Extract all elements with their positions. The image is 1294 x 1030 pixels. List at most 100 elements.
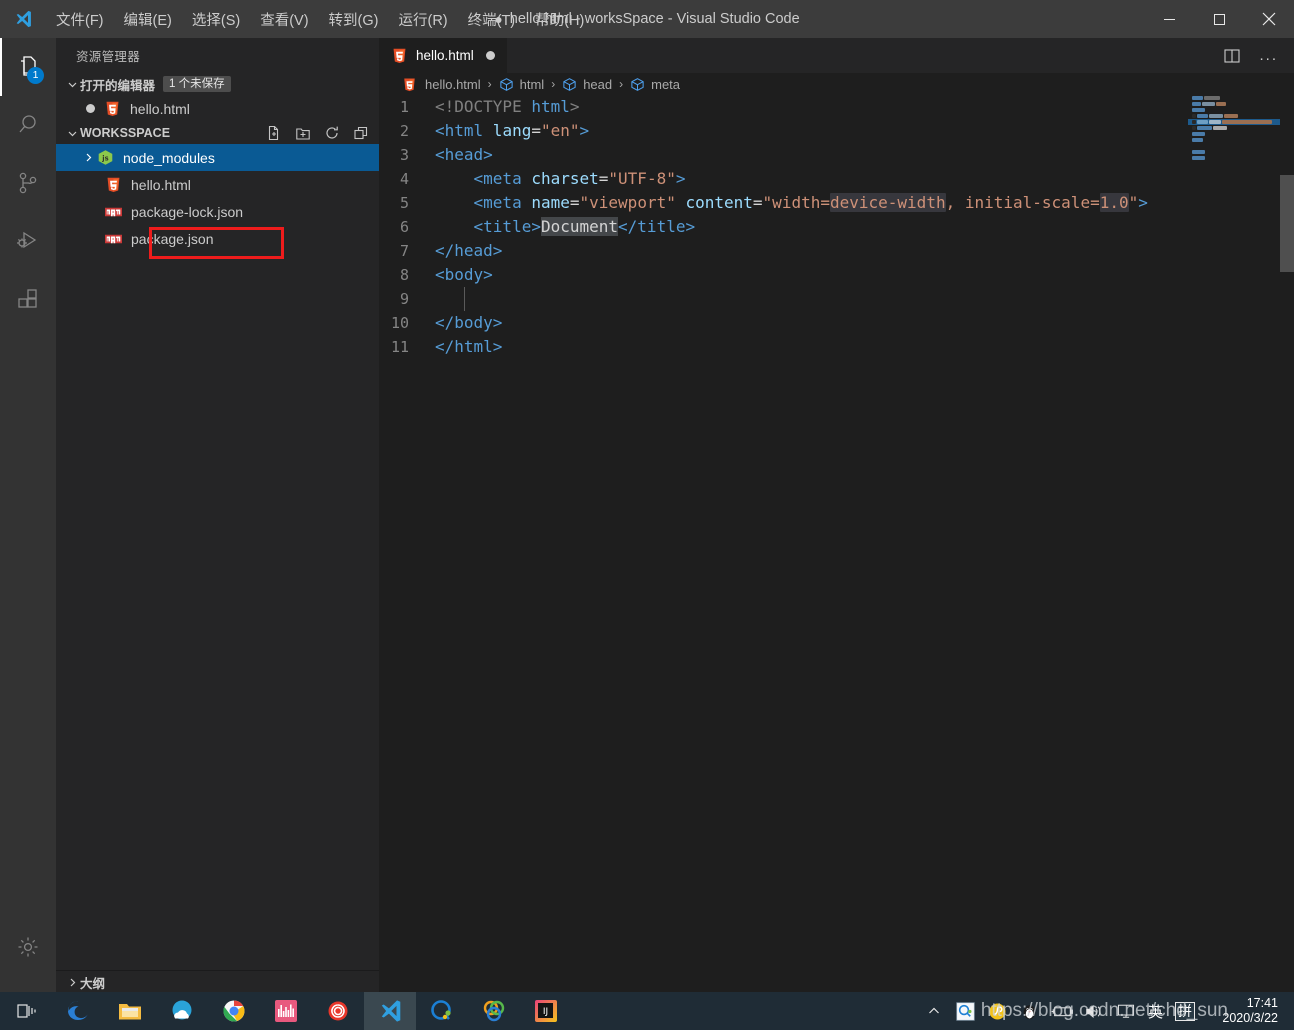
menu-help[interactable]: 帮助(H)	[525, 0, 594, 38]
snail-icon	[325, 998, 351, 1024]
new-file-icon[interactable]	[266, 125, 282, 141]
monitor-icon[interactable]	[1113, 992, 1139, 1030]
line-content: <body>	[435, 265, 493, 284]
taskview-button[interactable]	[0, 992, 52, 1030]
menu-bar: 文件(F) 编辑(E) 选择(S) 查看(V) 转到(G) 运行(R) 终端(T…	[46, 0, 594, 38]
yellow-circle-icon[interactable]	[985, 992, 1011, 1030]
code-line[interactable]: 10 </body>	[379, 311, 1189, 335]
code-line[interactable]: 2 <html lang="en">	[379, 119, 1189, 143]
split-editor-icon[interactable]	[1223, 47, 1241, 65]
maximize-button[interactable]	[1194, 0, 1244, 38]
activity-run-debug[interactable]	[0, 212, 56, 270]
taskbar-chrome[interactable]	[208, 992, 260, 1030]
menu-file[interactable]: 文件(F)	[46, 0, 114, 38]
taskbar-qq-browser[interactable]	[416, 992, 468, 1030]
code-line[interactable]: 7 </head>	[379, 239, 1189, 263]
activity-source-control[interactable]	[0, 154, 56, 212]
chevron-up-icon[interactable]	[921, 992, 947, 1030]
breadcrumb-label: html	[519, 76, 545, 92]
workspace-section-header[interactable]: WORKSSPACE	[56, 122, 379, 144]
close-button[interactable]	[1244, 0, 1294, 38]
taskbar-snail-app[interactable]	[312, 992, 364, 1030]
breadcrumb-item-head[interactable]: head	[562, 77, 612, 92]
gear-icon	[15, 934, 41, 960]
extensions-icon	[15, 286, 41, 312]
line-number: 2	[399, 122, 409, 140]
breadcrumb-item-html[interactable]: html	[499, 76, 545, 92]
run-debug-icon	[15, 228, 41, 254]
code-line[interactable]: 5 <meta name="viewport" content="width=d…	[379, 191, 1189, 215]
tab-hello-html[interactable]: hello.html	[379, 38, 507, 73]
task-view-icon	[15, 1000, 37, 1022]
minimap-line	[1188, 155, 1280, 161]
volume-icon[interactable]	[1081, 992, 1107, 1030]
penguin-icon[interactable]	[1017, 992, 1043, 1030]
activity-bar: 1	[0, 38, 56, 992]
breadcrumb-item-file[interactable]: hello.html	[400, 75, 481, 94]
line-number: 4	[399, 170, 409, 188]
activity-extensions[interactable]	[0, 270, 56, 328]
menu-selection[interactable]: 选择(S)	[182, 0, 250, 38]
taskbar-file-explorer[interactable]	[104, 992, 156, 1030]
code-line[interactable]: 9	[379, 287, 1189, 311]
taskbar-vscode[interactable]	[364, 992, 416, 1030]
activity-explorer[interactable]: 1	[0, 38, 56, 96]
minimap[interactable]	[1188, 95, 1280, 992]
taskbar-weather-app[interactable]	[156, 992, 208, 1030]
code-editor[interactable]: 1 <!DOCTYPE html> 2 <html lang="en"> 3 <head>…	[379, 95, 1294, 992]
tree-item-package-json[interactable]: package.json	[56, 225, 379, 252]
line-content: </head>	[435, 241, 503, 260]
breadcrumb-label: meta	[651, 76, 681, 92]
cloud-app-icon	[169, 998, 195, 1024]
menu-run[interactable]: 运行(R)	[388, 0, 457, 38]
taskbar-edge[interactable]	[52, 992, 104, 1030]
svg-text:js: js	[101, 154, 108, 162]
breadcrumb-separator: ›	[551, 77, 556, 91]
open-editors-section-header[interactable]: 打开的编辑器 1 个未保存	[56, 73, 379, 95]
tree-item-package-lock-json[interactable]: package-lock.json	[56, 198, 379, 225]
minimize-button[interactable]	[1144, 0, 1194, 38]
code-line[interactable]: 4 <meta charset="UTF-8">	[379, 167, 1189, 191]
vscode-window: 文件(F) 编辑(E) 选择(S) 查看(V) 转到(G) 运行(R) 终端(T…	[0, 0, 1294, 1030]
node-folder-icon: js	[96, 148, 115, 167]
code-line[interactable]: 11 </html>	[379, 335, 1189, 359]
open-editor-item[interactable]: hello.html	[56, 95, 379, 122]
tab-dirty-indicator[interactable]	[485, 51, 495, 60]
menu-edit[interactable]: 编辑(E)	[114, 0, 182, 38]
ime-pinyin-icon[interactable]: 拼	[1172, 992, 1198, 1030]
qq-browser-tray-icon[interactable]	[953, 992, 979, 1030]
tree-item-label: hello.html	[131, 176, 191, 193]
code-line[interactable]: 8 <body>	[379, 263, 1189, 287]
ime-mode-label: 英	[1147, 1003, 1163, 1021]
menu-go[interactable]: 转到(G)	[319, 0, 389, 38]
new-folder-icon[interactable]	[295, 125, 311, 141]
code-lines[interactable]: 1 <!DOCTYPE html> 2 <html lang="en"> 3 <head>…	[379, 95, 1189, 992]
activity-settings[interactable]	[0, 918, 56, 976]
taskbar-colored-app[interactable]	[468, 992, 520, 1030]
refresh-icon[interactable]	[324, 125, 340, 141]
activity-search[interactable]	[0, 96, 56, 154]
menu-view[interactable]: 查看(V)	[250, 0, 318, 38]
line-number: 10	[390, 314, 409, 332]
outline-section-header[interactable]: 大纲	[56, 971, 379, 992]
ellipsis-icon[interactable]: ...	[1259, 48, 1278, 63]
code-line[interactable]: 3 <head>	[379, 143, 1189, 167]
sidebar-title: 资源管理器	[76, 50, 141, 64]
collapse-all-icon[interactable]	[353, 125, 369, 141]
breadcrumb-item-meta[interactable]: meta	[630, 77, 680, 92]
line-content: </html>	[435, 337, 503, 356]
menu-terminal[interactable]: 终端(T)	[458, 0, 526, 38]
editor-scrollbar[interactable]	[1280, 95, 1294, 992]
editor-scrollbar-thumb[interactable]	[1280, 175, 1294, 272]
code-line[interactable]: 6 <title>Document</title>	[379, 215, 1189, 239]
ime-english-icon[interactable]: 英	[1145, 992, 1166, 1030]
code-line[interactable]: 1 <!DOCTYPE html>	[379, 95, 1189, 119]
battery-icon[interactable]	[1049, 992, 1075, 1030]
editor-tabs: hello.html ...	[379, 38, 1294, 73]
tree-item-node-modules[interactable]: js node_modules	[56, 144, 379, 171]
taskbar-bilibili[interactable]	[260, 992, 312, 1030]
taskbar-intellij[interactable]: IJ	[520, 992, 572, 1030]
outline-section[interactable]: 大纲	[56, 970, 379, 992]
taskbar-clock[interactable]: 17:41 2020/3/22	[1204, 996, 1288, 1026]
tree-item-hello-html[interactable]: hello.html	[56, 171, 379, 198]
